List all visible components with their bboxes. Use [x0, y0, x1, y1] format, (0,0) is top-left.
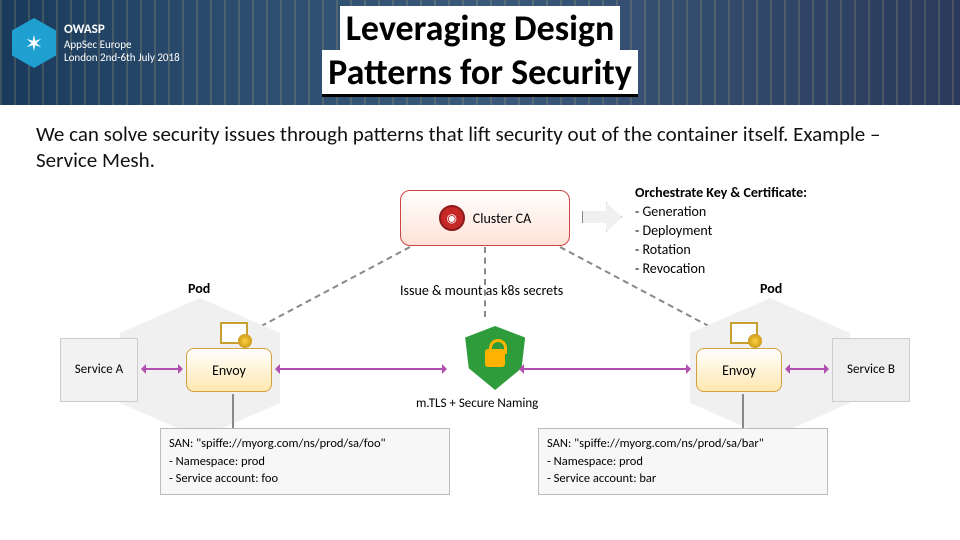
san-line: - Namespace: prod — [169, 453, 441, 471]
san-line: - Service account: foo — [169, 470, 441, 488]
san-line: SAN: "spiffe://myorg.com/ns/prod/sa/foo" — [169, 435, 441, 453]
connector-line — [742, 394, 744, 428]
certificate-icon — [220, 322, 248, 344]
double-arrow-icon — [520, 368, 690, 370]
issue-mount-label: Issue & mount as k8s secrets — [400, 282, 563, 299]
shield-icon — [465, 326, 525, 390]
slide-title: Leveraging Design Patterns for Security — [0, 6, 960, 97]
double-arrow-icon — [786, 368, 828, 370]
cluster-ca-box: ◉ Cluster CA — [400, 190, 570, 246]
mtls-label: m.TLS + Secure Naming — [416, 396, 538, 411]
cluster-ca-label: Cluster CA — [473, 210, 531, 227]
envoy-box: Envoy — [186, 348, 272, 392]
double-arrow-icon — [142, 368, 182, 370]
pod-label: Pod — [760, 280, 782, 297]
san-box-a: SAN: "spiffe://myorg.com/ns/prod/sa/foo"… — [160, 428, 450, 495]
lock-icon — [485, 349, 505, 367]
san-box-b: SAN: "spiffe://myorg.com/ns/prod/sa/bar"… — [538, 428, 828, 495]
title-line1: Leveraging Design — [340, 6, 621, 50]
orchestrate-item: - Revocation — [635, 260, 807, 279]
san-line: - Service account: bar — [547, 470, 819, 488]
double-arrow-icon — [276, 368, 446, 370]
connector-line — [232, 394, 234, 428]
orchestrate-list: Orchestrate Key & Certificate: - Generat… — [635, 184, 807, 278]
envoy-box: Envoy — [696, 348, 782, 392]
orchestrate-item: - Generation — [635, 203, 807, 222]
certificate-icon — [730, 322, 758, 344]
service-a-box: Service A — [60, 338, 138, 402]
arrow-right-icon — [582, 202, 622, 232]
service-mesh-diagram: ◉ Cluster CA Orchestrate Key & Certifica… — [60, 190, 920, 530]
service-b-box: Service B — [832, 338, 910, 402]
san-line: - Namespace: prod — [547, 453, 819, 471]
orchestrate-item: - Deployment — [635, 222, 807, 241]
slide-header: ✶ OWASP AppSec Europe London 2nd-6th Jul… — [0, 0, 960, 105]
body-paragraph: We can solve security issues through pat… — [0, 105, 960, 181]
pod-label: Pod — [188, 280, 210, 297]
title-line2: Patterns for Security — [322, 50, 638, 97]
orchestrate-item: - Rotation — [635, 241, 807, 260]
orchestrate-header: Orchestrate Key & Certificate: — [635, 184, 807, 203]
san-line: SAN: "spiffe://myorg.com/ns/prod/sa/bar" — [547, 435, 819, 453]
ca-pin-icon: ◉ — [439, 205, 465, 231]
